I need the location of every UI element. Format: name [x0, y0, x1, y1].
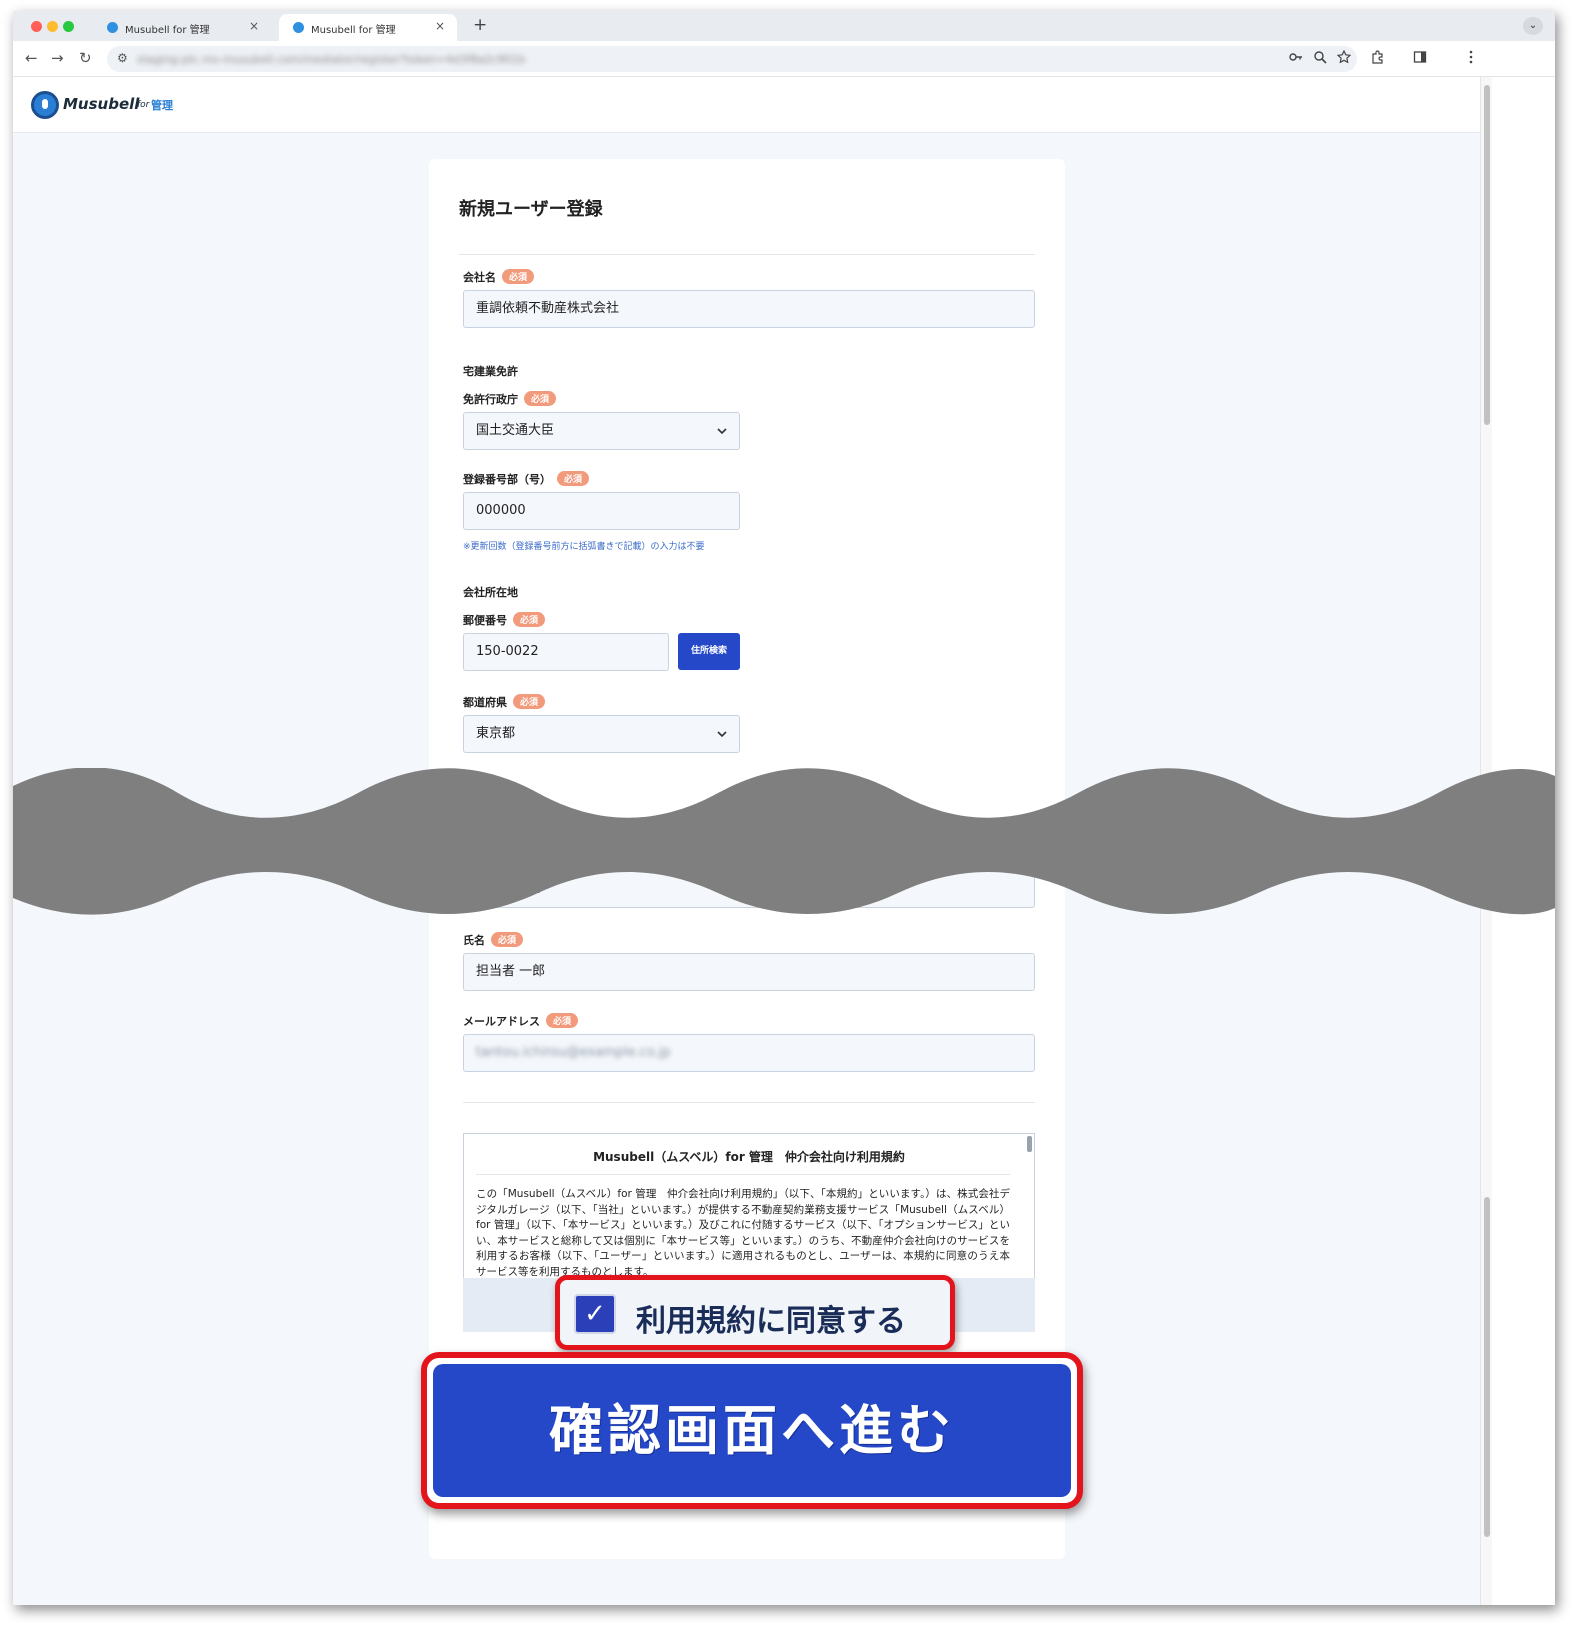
page-title: 新規ユーザー登録: [459, 199, 603, 220]
required-badge: 必須: [513, 694, 546, 709]
label-text: 都道府県: [463, 696, 507, 709]
required-badge: 必須: [491, 932, 524, 947]
required-badge: 必須: [557, 471, 590, 486]
reload-icon[interactable]: ↻: [79, 49, 92, 67]
tab-title: Musubell for 管理: [311, 25, 396, 36]
new-tab-icon[interactable]: +: [473, 15, 487, 35]
select-value: 国土交通大臣: [476, 423, 555, 438]
tab-search-icon[interactable]: ⌄: [1523, 17, 1543, 35]
company-name-label: 会社名 必須: [463, 269, 535, 285]
forward-icon[interactable]: →: [51, 49, 64, 67]
browser-toolbar: ← → ↻ ⚙ staging-ptc.ms-musubell.com/medi…: [13, 41, 1555, 77]
label-text: 免許行政庁: [463, 393, 518, 406]
logo-kanri: 管理: [151, 99, 173, 112]
browser-tab-1[interactable]: Musubell for 管理 ×: [93, 14, 271, 41]
checkmark-icon: ✓: [584, 1299, 606, 1329]
registration-number-hint: ※更新回数（登録番号前方に括弧書きで記載）の入力は不要: [463, 542, 705, 552]
terms-scrollbar[interactable]: [1027, 1136, 1032, 1152]
back-icon[interactable]: ←: [25, 49, 38, 67]
prefecture-label: 都道府県 必須: [463, 694, 546, 710]
terms-title: Musubell（ムスベル）for 管理 仲介会社向け利用規約: [593, 1150, 905, 1164]
side-panel-icon[interactable]: [1413, 50, 1427, 68]
menu-dots-icon[interactable]: [1468, 50, 1474, 68]
license-authority-label: 免許行政庁 必須: [463, 391, 557, 407]
address-bar[interactable]: ⚙ staging-ptc.ms-musubell.com/mediator/r…: [107, 46, 1357, 72]
chevron-down-icon: [717, 413, 727, 449]
required-badge: 必須: [546, 1013, 579, 1028]
divider: [463, 1102, 1035, 1103]
name-label: 氏名 必須: [463, 932, 524, 948]
required-badge: 必須: [513, 612, 546, 627]
label-text: 郵便番号: [463, 614, 507, 627]
scrollbar-thumb[interactable]: [1484, 1197, 1490, 1537]
tab-close-icon[interactable]: ×: [249, 19, 259, 33]
wave-cut-overlay: [13, 768, 1555, 915]
agree-label[interactable]: 利用規約に同意する: [636, 1296, 906, 1340]
company-name-input[interactable]: 重調依頼不動産株式会社: [463, 290, 1035, 328]
divider: [459, 254, 1035, 255]
address-search-button[interactable]: 住所検索: [678, 633, 740, 670]
site-info-icon[interactable]: ⚙: [117, 51, 128, 65]
required-badge: 必須: [524, 391, 557, 406]
agree-checkbox[interactable]: ✓: [574, 1294, 616, 1334]
email-label: メールアドレス 必須: [463, 1013, 579, 1029]
registration-number-input[interactable]: 000000: [463, 492, 740, 530]
password-key-icon[interactable]: [1289, 50, 1303, 68]
required-badge: 必須: [502, 269, 535, 284]
confirm-callout: 確認画面へ進む: [421, 1352, 1083, 1509]
select-value: 東京都: [476, 726, 516, 741]
logo-for: for: [137, 100, 150, 110]
confirm-button[interactable]: 確認画面へ進む: [433, 1364, 1071, 1497]
musubell-logo-icon: [31, 91, 59, 119]
name-input[interactable]: 担当者 一郎: [463, 953, 1035, 991]
zoom-icon[interactable]: [1313, 50, 1327, 68]
postal-code-input[interactable]: 150-0022: [463, 633, 669, 671]
email-input[interactable]: tantou.ichirou@example.co.jp: [463, 1034, 1035, 1072]
extensions-icon[interactable]: [1371, 50, 1385, 68]
agree-callout[interactable]: ✓ 利用規約に同意する: [555, 1275, 955, 1350]
label-text: 氏名: [463, 934, 485, 947]
postal-code-label: 郵便番号 必須: [463, 612, 546, 628]
divider: [476, 1174, 1010, 1175]
browser-tab-2[interactable]: Musubell for 管理 ×: [279, 14, 457, 41]
terms-box[interactable]: Musubell（ムスベル）for 管理 仲介会社向け利用規約 この「Musub…: [463, 1133, 1035, 1278]
bookmark-star-icon[interactable]: [1336, 49, 1352, 68]
chevron-down-icon: [717, 716, 727, 752]
license-authority-select[interactable]: 国土交通大臣: [463, 412, 740, 450]
browser-window: Musubell for 管理 × Musubell for 管理 × + ⌄ …: [13, 11, 1555, 1605]
maximize-window-icon[interactable]: [63, 21, 74, 32]
tab-title: Musubell for 管理: [125, 25, 210, 36]
terms-body: この「Musubell（ムスベル）for 管理 仲介会社向け利用規約」（以下、「…: [476, 1188, 1010, 1278]
registration-number-label: 登録番号部（号） 必須: [463, 471, 590, 487]
close-window-icon[interactable]: [31, 21, 42, 32]
label-text: 登録番号部（号）: [463, 473, 551, 486]
logo-text: Musubell: [63, 95, 140, 113]
favicon-icon: [293, 22, 304, 33]
favicon-icon: [107, 22, 118, 33]
url-text[interactable]: staging-ptc.ms-musubell.com/mediator/reg…: [137, 53, 525, 66]
app-header: Musubell for 管理: [13, 77, 1480, 133]
tab-strip: Musubell for 管理 × Musubell for 管理 × + ⌄: [13, 11, 1555, 41]
label-text: 会社名: [463, 271, 496, 284]
label-text: メールアドレス: [463, 1015, 540, 1028]
minimize-window-icon[interactable]: [47, 21, 58, 32]
prefecture-select[interactable]: 東京都: [463, 715, 740, 753]
license-section-title: 宅建業免許: [463, 365, 518, 378]
scrollbar-thumb[interactable]: [1484, 85, 1490, 425]
tab-close-icon[interactable]: ×: [435, 19, 445, 33]
address-section-title: 会社所在地: [463, 586, 518, 599]
email-value: tantou.ichirou@example.co.jp: [476, 1045, 671, 1060]
